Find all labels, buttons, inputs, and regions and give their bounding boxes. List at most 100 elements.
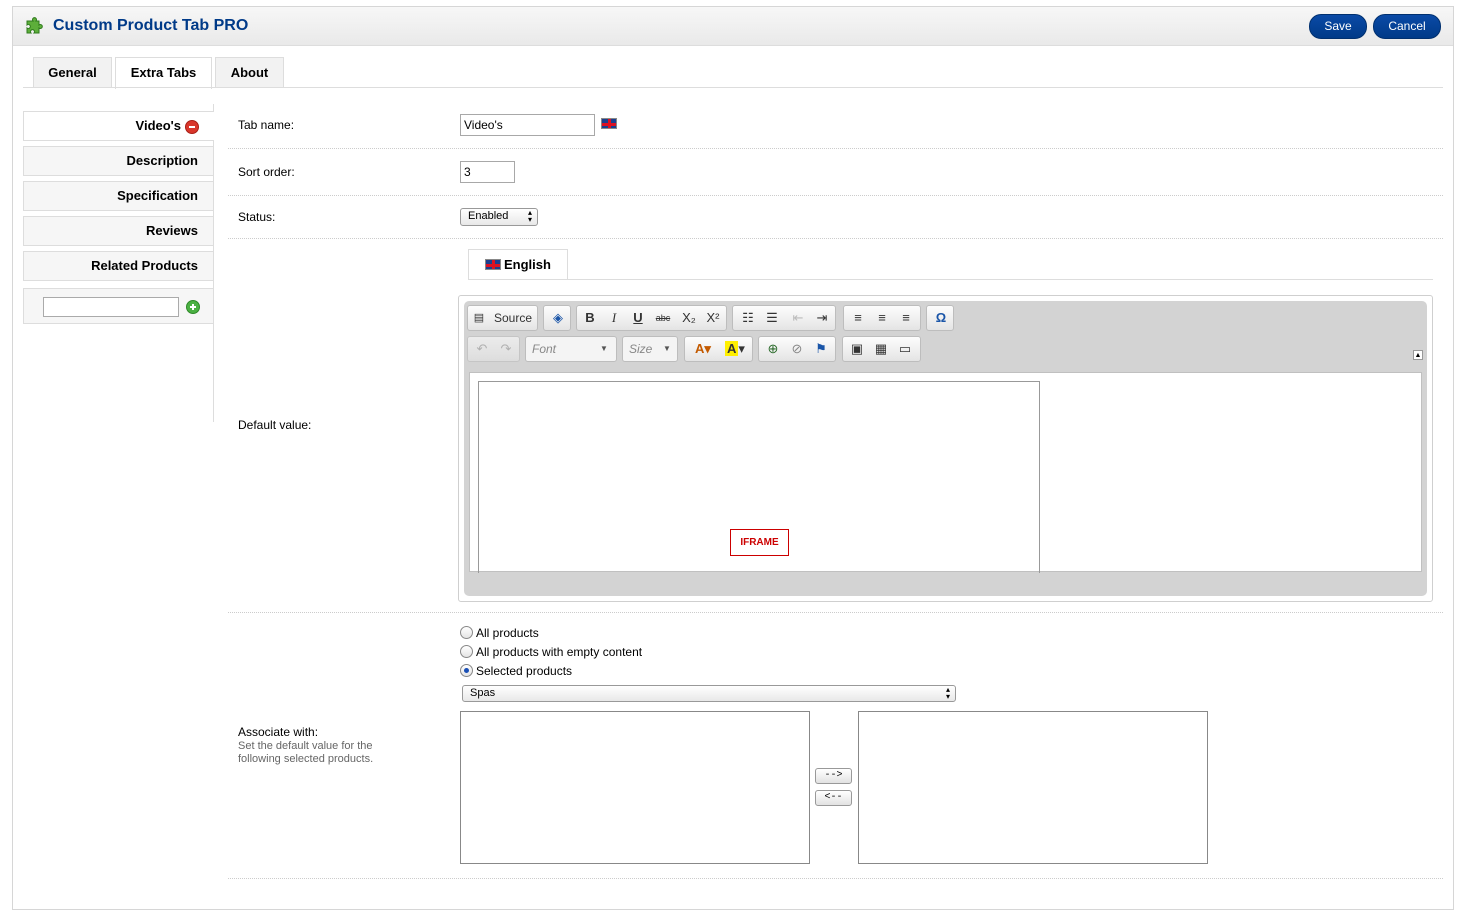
special-char-icon[interactable]: Ω: [929, 306, 953, 330]
add-tab-row: [23, 288, 214, 324]
tab-general[interactable]: General: [33, 57, 112, 88]
toolbar-group-special: Ω: [926, 305, 954, 331]
toolbar-group-lists: ☷ ☰ ⇤ ⇥: [732, 305, 836, 331]
outdent-icon[interactable]: ⇤: [787, 306, 809, 330]
subscript-button[interactable]: X₂: [677, 306, 701, 330]
vtab-related-products[interactable]: Related Products: [23, 251, 214, 281]
radio-label: All products: [476, 626, 539, 640]
size-combo[interactable]: Size ▼: [622, 336, 678, 362]
row-divider: [228, 148, 1443, 149]
row-divider: [228, 878, 1443, 879]
horizontal-rule-icon[interactable]: ▭: [894, 337, 916, 361]
maximize-icon[interactable]: ◈: [546, 306, 570, 330]
toolbar-group-links: ⊕ ⊘ ⚑: [758, 336, 836, 362]
default-value-label: Default value:: [238, 418, 312, 432]
vtab-reviews[interactable]: Reviews: [23, 216, 214, 246]
numbered-list-icon[interactable]: ☷: [737, 306, 759, 330]
toolbar-group-align: ≡ ≡ ≡: [843, 305, 921, 331]
editor-content-area[interactable]: IFRAME: [469, 372, 1422, 573]
iframe-placeholder[interactable]: IFRAME: [730, 529, 789, 556]
tab-about[interactable]: About: [215, 57, 284, 88]
underline-button[interactable]: U: [627, 306, 649, 330]
align-right-icon[interactable]: ≡: [895, 306, 917, 330]
selected-products-list[interactable]: [858, 711, 1208, 864]
move-left-button[interactable]: <--: [815, 790, 852, 806]
link-icon[interactable]: ⊕: [762, 337, 784, 361]
source-button[interactable]: Source: [490, 306, 536, 330]
editor-chrome: ▤ Source ◈ B I U abc X₂ X² ☷ ☰ ⇤ ⇥ ≡ ≡ ≡…: [464, 301, 1427, 596]
page-heading: Custom Product Tab PRO Save Cancel: [13, 7, 1453, 46]
vtab-label: Video's: [135, 118, 181, 133]
superscript-button[interactable]: X²: [701, 306, 725, 330]
text-color-icon[interactable]: A▾: [688, 337, 718, 361]
uk-flag-icon: [485, 259, 501, 270]
table-icon[interactable]: ▦: [870, 337, 892, 361]
tab-extra-tabs[interactable]: Extra Tabs: [115, 57, 212, 89]
select-arrows-icon: ▴ ▾: [945, 685, 950, 701]
toolbar-group-basic: B I U abc X₂ X²: [576, 305, 727, 331]
radio-label: All products with empty content: [476, 645, 643, 659]
image-icon[interactable]: ▣: [846, 337, 868, 361]
language-tab-english[interactable]: English: [468, 249, 568, 280]
category-select-value: Spas: [470, 687, 496, 699]
anchor-flag-icon[interactable]: ⚑: [810, 337, 832, 361]
rich-text-editor: ▤ Source ◈ B I U abc X₂ X² ☷ ☰ ⇤ ⇥ ≡ ≡ ≡…: [458, 295, 1433, 602]
sort-order-label: Sort order:: [238, 165, 295, 179]
bulleted-list-icon[interactable]: ☰: [761, 306, 783, 330]
radio-selected-products[interactable]: [460, 664, 473, 677]
vtab-description[interactable]: Description: [23, 146, 214, 176]
new-tab-name-input[interactable]: [43, 297, 179, 317]
uk-flag-icon: [601, 118, 617, 129]
toolbar-group-colors: A▾ A ▾: [684, 336, 753, 362]
font-placeholder: Font: [532, 342, 557, 356]
associate-label: Associate with:: [238, 725, 319, 739]
vtab-videos[interactable]: Video's: [23, 111, 214, 141]
collapse-toolbar-icon[interactable]: ▲: [1413, 350, 1423, 360]
toolbar-group-history: ↶ ↷: [467, 336, 520, 362]
toolbar-group-source: ▤ Source: [467, 305, 538, 331]
align-left-icon[interactable]: ≡: [847, 306, 869, 330]
language-label: English: [504, 257, 551, 272]
sort-order-input[interactable]: [460, 161, 515, 183]
tab-name-input[interactable]: [460, 114, 595, 136]
background-color-icon[interactable]: A ▾: [720, 337, 750, 361]
puzzle-icon: [26, 17, 43, 34]
row-divider: [228, 612, 1443, 613]
vtab-specification[interactable]: Specification: [23, 181, 214, 211]
cancel-button[interactable]: Cancel: [1373, 14, 1441, 39]
content-box: Custom Product Tab PRO Save Cancel Gener…: [12, 6, 1454, 910]
tab-name-label: Tab name:: [238, 118, 295, 132]
page-title: Custom Product Tab PRO: [53, 17, 249, 34]
unlink-icon[interactable]: ⊘: [786, 337, 808, 361]
remove-icon[interactable]: [185, 120, 199, 134]
chevron-down-icon: ▼: [600, 344, 608, 353]
indent-icon[interactable]: ⇥: [811, 306, 833, 330]
tabs-divider: [23, 87, 1443, 88]
save-button[interactable]: Save: [1309, 14, 1367, 39]
redo-icon[interactable]: ↷: [495, 337, 517, 361]
status-select[interactable]: Enabled ▴ ▾: [460, 208, 538, 226]
move-right-button[interactable]: -->: [815, 768, 852, 784]
select-arrows-icon: ▴ ▾: [527, 208, 532, 224]
row-divider: [228, 238, 1443, 239]
language-tabs-divider: [468, 279, 1433, 280]
toolbar-group-insert: ▣ ▦ ▭: [842, 336, 921, 362]
extra-tabs-list: Video's Description Specification Review…: [23, 104, 214, 422]
available-products-list[interactable]: [460, 711, 810, 864]
bold-button[interactable]: B: [579, 306, 601, 330]
radio-all-products[interactable]: [460, 626, 473, 639]
add-icon[interactable]: [186, 300, 200, 314]
size-placeholder: Size: [629, 342, 653, 356]
associate-help-text: Set the default value for the following …: [238, 740, 374, 765]
status-select-value: Enabled: [468, 210, 509, 222]
align-center-icon[interactable]: ≡: [871, 306, 893, 330]
strike-button[interactable]: abc: [651, 306, 675, 330]
italic-button[interactable]: I: [603, 306, 625, 330]
radio-label: Selected products: [476, 664, 573, 678]
row-divider: [228, 195, 1443, 196]
radio-empty-content[interactable]: [460, 645, 473, 658]
status-label: Status:: [238, 210, 276, 224]
font-combo[interactable]: Font ▼: [525, 336, 617, 362]
category-select[interactable]: Spas ▴ ▾: [462, 685, 956, 702]
undo-icon[interactable]: ↶: [471, 337, 493, 361]
